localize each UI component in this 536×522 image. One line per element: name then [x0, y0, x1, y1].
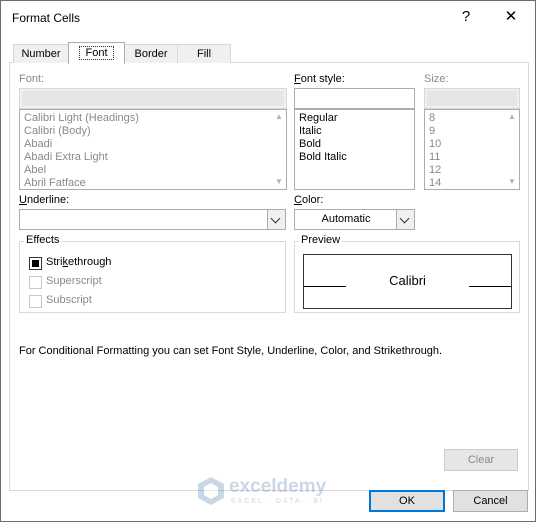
- list-item[interactable]: Abadi Extra Light: [24, 151, 108, 164]
- tab-font[interactable]: Font: [68, 42, 125, 64]
- strikethrough-label: Strikethrough: [46, 256, 111, 268]
- tab-border[interactable]: Border: [124, 44, 178, 63]
- preview-line-right: [469, 286, 511, 287]
- list-item[interactable]: Bold Italic: [299, 151, 347, 164]
- scroll-down-icon[interactable]: ▼: [505, 175, 519, 189]
- strikethrough-label-part: ethrough: [68, 256, 112, 268]
- cancel-button[interactable]: Cancel: [453, 490, 528, 512]
- effects-group: Effects Strikethrough Superscript Subscr…: [19, 234, 286, 313]
- list-item[interactable]: Calibri (Body): [24, 125, 91, 138]
- exceldemy-watermark: exceldemy EXCEL · DATA · BI: [197, 474, 343, 510]
- help-button[interactable]: ?: [457, 7, 475, 27]
- subscript-label: Subscript: [46, 294, 92, 306]
- strikethrough-check-icon[interactable]: [29, 257, 42, 270]
- underline-dropdown[interactable]: [19, 209, 286, 230]
- font-style-label-text: ont style:: [300, 73, 345, 85]
- underline-label-accesskey: U: [19, 194, 27, 206]
- preview-box: Calibri: [303, 254, 512, 309]
- chevron-down-icon: [399, 213, 410, 224]
- tab-fill[interactable]: Fill: [177, 44, 231, 63]
- tab-font-label: Font: [79, 46, 114, 60]
- font-list-scrollbar[interactable]: ▲ ▼: [272, 110, 286, 189]
- color-dropdown-button[interactable]: [396, 210, 414, 229]
- list-item[interactable]: 10: [429, 138, 441, 151]
- effects-title: Effects: [24, 234, 62, 246]
- size-input[interactable]: [424, 88, 520, 109]
- size-list-scrollbar[interactable]: ▲ ▼: [505, 110, 519, 189]
- title-bar: Format Cells ? ✕: [1, 1, 535, 35]
- color-label-accesskey: C: [294, 194, 302, 206]
- list-item[interactable]: 9: [429, 125, 435, 138]
- underline-label-text: nderline:: [26, 194, 70, 206]
- clear-button[interactable]: Clear: [444, 449, 518, 471]
- list-item[interactable]: Abel: [24, 164, 46, 177]
- dialog-title: Format Cells: [12, 11, 81, 25]
- list-item[interactable]: Bold: [299, 138, 321, 151]
- font-list[interactable]: Calibri Light (Headings) Calibri (Body) …: [19, 109, 287, 190]
- font-style-label: Font style:: [294, 73, 345, 85]
- list-item[interactable]: Abadi: [24, 138, 52, 151]
- font-style-input[interactable]: [294, 88, 415, 109]
- list-item[interactable]: Calibri Light (Headings): [24, 112, 139, 125]
- watermark-name: exceldemy: [229, 476, 327, 497]
- list-item[interactable]: 11: [429, 151, 440, 164]
- exceldemy-logo-icon: [198, 477, 224, 505]
- strikethrough-label-part: Stri: [46, 256, 63, 268]
- subscript-check-icon[interactable]: [29, 295, 42, 308]
- watermark-tagline: EXCEL · DATA · BI: [231, 498, 324, 505]
- color-dropdown[interactable]: Automatic: [294, 209, 415, 230]
- tab-fill-label: Fill: [196, 48, 212, 60]
- scroll-up-icon[interactable]: ▲: [505, 110, 519, 124]
- list-item[interactable]: 8: [429, 112, 435, 125]
- tab-border-label: Border: [134, 48, 168, 60]
- superscript-label: Superscript: [46, 275, 102, 287]
- chevron-down-icon: [270, 213, 281, 224]
- tab-number-label: Number: [21, 48, 61, 60]
- scroll-down-icon[interactable]: ▼: [272, 175, 286, 189]
- size-list[interactable]: 8 9 10 11 12 14 ▲ ▼: [424, 109, 520, 190]
- list-item[interactable]: 14: [429, 177, 441, 189]
- font-name-input[interactable]: [19, 88, 287, 109]
- tab-number[interactable]: Number: [13, 44, 69, 63]
- close-button[interactable]: ✕: [501, 7, 521, 27]
- ok-button[interactable]: OK: [369, 490, 445, 512]
- underline-label: Underline:: [19, 194, 69, 206]
- conditional-formatting-note: For Conditional Formatting you can set F…: [19, 345, 443, 357]
- font-label: Font:: [19, 73, 45, 85]
- color-label-text: olor:: [301, 194, 324, 206]
- font-style-list[interactable]: Regular Italic Bold Bold Italic: [294, 109, 415, 190]
- list-item[interactable]: Italic: [299, 125, 322, 138]
- color-label: Color:: [294, 194, 323, 206]
- scroll-up-icon[interactable]: ▲: [272, 110, 286, 124]
- superscript-check-icon[interactable]: [29, 276, 42, 289]
- format-cells-dialog: Format Cells ? ✕ Number Font Border Fill…: [0, 0, 536, 522]
- font-style-label-accesskey: F: [294, 73, 301, 85]
- list-item[interactable]: 12: [429, 164, 441, 177]
- size-label: Size:: [424, 73, 449, 85]
- list-item[interactable]: Regular: [299, 112, 338, 125]
- preview-title: Preview: [299, 234, 343, 246]
- color-value: Automatic: [321, 213, 371, 225]
- underline-dropdown-button[interactable]: [267, 210, 285, 229]
- list-item[interactable]: Abril Fatface: [24, 177, 86, 189]
